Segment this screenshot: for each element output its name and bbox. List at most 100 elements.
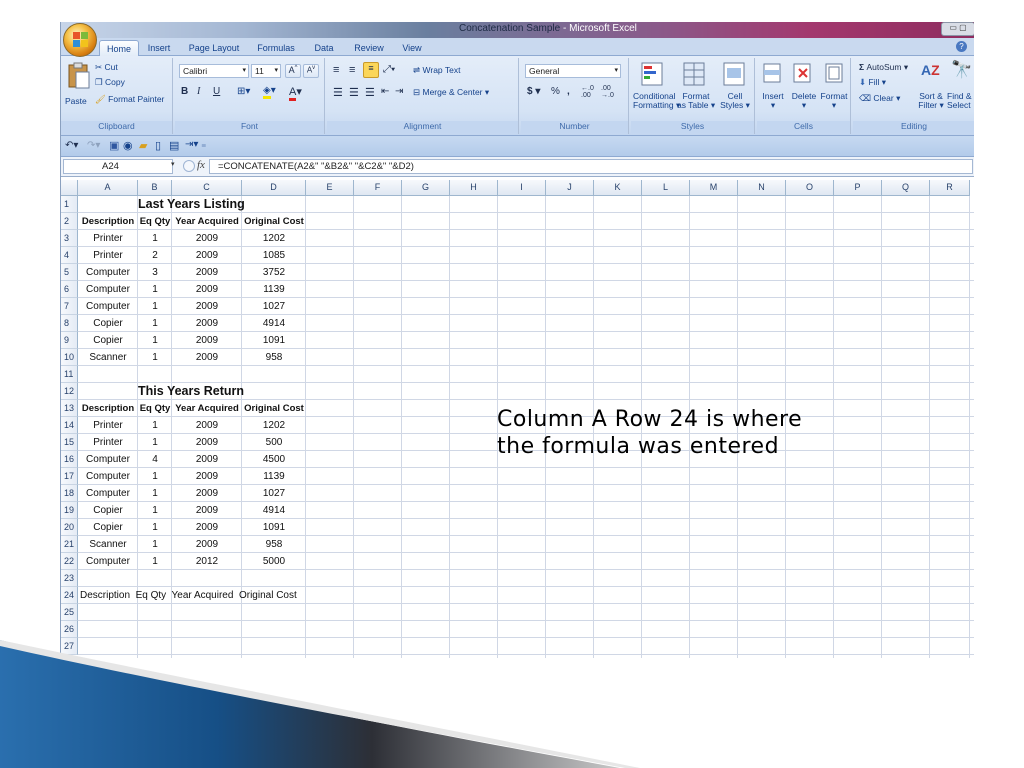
tab-data[interactable]: Data [311,40,337,56]
underline-button[interactable]: U [213,86,220,97]
row-header-6[interactable]: 6 [61,281,78,298]
row-header-13[interactable]: 13 [61,400,78,417]
table-title-last-years[interactable]: Last Years Listing [138,196,306,213]
font-name-select[interactable]: Calibri ▾ [179,64,249,78]
table-cell[interactable]: 2009 [172,485,242,502]
number-format-select[interactable]: General ▾ [525,64,621,78]
align-middle-icon[interactable]: ≡ [349,64,355,76]
column-heading[interactable]: Year Acquired [172,400,242,417]
table-cell[interactable]: 1 [138,519,172,536]
redo-icon[interactable]: ↷▾ [87,140,100,151]
tab-review[interactable]: Review [351,40,387,56]
column-heading[interactable]: Description [78,213,138,230]
print-preview-icon[interactable]: ◉ [123,139,133,152]
column-header-f[interactable]: F [354,180,402,196]
column-header-r[interactable]: R [930,180,970,196]
row-header-23[interactable]: 23 [61,570,78,587]
row-header-21[interactable]: 21 [61,536,78,553]
tab-formulas[interactable]: Formulas [253,40,299,56]
column-header-i[interactable]: I [498,180,546,196]
bold-button[interactable]: B [181,86,188,97]
name-box-dropdown-icon[interactable]: ▾ [171,160,175,168]
column-header-l[interactable]: L [642,180,690,196]
column-heading[interactable]: Description [78,400,138,417]
column-heading[interactable]: Eq Qty [138,213,172,230]
table-cell[interactable]: Computer [78,553,138,570]
table-cell[interactable]: 2009 [172,332,242,349]
table-cell[interactable]: Printer [78,434,138,451]
grow-font-button[interactable]: A^ [285,64,301,78]
column-heading[interactable]: Year Acquired [172,213,242,230]
window-controls[interactable]: ▭ ▢ [941,22,974,36]
table-cell[interactable]: 1 [138,536,172,553]
column-header-e[interactable]: E [306,180,354,196]
column-header-a[interactable]: A [78,180,138,196]
comma-button[interactable]: , [567,86,570,97]
table-cell[interactable]: Printer [78,417,138,434]
table-cell[interactable]: Computer [78,468,138,485]
table-cell[interactable]: Copier [78,315,138,332]
row-header-4[interactable]: 4 [61,247,78,264]
column-header-m[interactable]: M [690,180,738,196]
format-as-table-button[interactable]: Format as Table ▾ [677,60,715,116]
name-box[interactable]: A24 [63,159,173,174]
italic-button[interactable]: I [197,86,200,97]
table-cell[interactable]: 1 [138,553,172,570]
fill-color-icon[interactable]: ◈▾ [263,85,276,99]
table-cell[interactable]: Printer [78,230,138,247]
table-cell[interactable]: 958 [242,536,306,553]
merge-center-button[interactable]: ⊟ Merge & Center ▾ [413,87,489,98]
table-cell[interactable]: 1 [138,485,172,502]
table-cell[interactable]: 5000 [242,553,306,570]
table-cell[interactable]: 1139 [242,468,306,485]
row-header-26[interactable]: 26 [61,621,78,638]
align-top-icon[interactable]: ≡ [333,64,339,76]
table-cell[interactable]: 1091 [242,519,306,536]
table-cell[interactable]: 1 [138,349,172,366]
orientation-icon[interactable]: ⤢▾ [383,64,395,75]
row-header-3[interactable]: 3 [61,230,78,247]
font-color-icon[interactable]: A▾ [289,85,302,101]
font-size-select[interactable]: 11 ▾ [251,64,281,78]
tab-insert[interactable]: Insert [143,40,175,56]
row-header-7[interactable]: 7 [61,298,78,315]
table-cell[interactable]: 2009 [172,298,242,315]
table-cell[interactable]: 2009 [172,349,242,366]
column-header-c[interactable]: C [172,180,242,196]
table-cell[interactable]: 1 [138,468,172,485]
table-cell[interactable]: 2012 [172,553,242,570]
new-file-icon[interactable]: ▯ [155,139,161,152]
row-header-17[interactable]: 17 [61,468,78,485]
tab-view[interactable]: View [397,40,427,56]
tab-home[interactable]: Home [99,40,139,56]
column-header-n[interactable]: N [738,180,786,196]
undo-icon[interactable]: ↶▾ [65,140,78,151]
table-cell[interactable]: 1 [138,298,172,315]
autosum-button[interactable]: Σ AutoSum ▾ [859,62,908,73]
table-cell[interactable]: 1 [138,315,172,332]
column-header-g[interactable]: G [402,180,450,196]
table-cell[interactable]: Computer [78,264,138,281]
align-left-icon[interactable]: ☰ [333,86,343,99]
currency-button[interactable]: $ ▾ [527,86,540,97]
format-cells-button[interactable]: Format ▾ [819,60,849,116]
row-header-19[interactable]: 19 [61,502,78,519]
table-cell[interactable]: 2009 [172,451,242,468]
cut-button[interactable]: ✂ Cut [95,62,118,73]
table-cell[interactable]: 1 [138,417,172,434]
table-cell[interactable]: 1027 [242,485,306,502]
table-title-this-years[interactable]: This Years Return [138,383,306,400]
table-cell[interactable]: 1 [138,332,172,349]
save-icon[interactable]: ▣ [109,139,119,152]
table-cell[interactable]: 1 [138,502,172,519]
table-cell[interactable]: 2009 [172,536,242,553]
conditional-formatting-button[interactable]: Conditional Formatting ▾ [631,60,680,116]
increase-indent-icon[interactable]: ⇥ [395,86,403,97]
cell-a24-concatenated-result[interactable]: Description Eq Qty Year Acquired Origina… [80,587,340,604]
customize-qat-icon[interactable]: ⇥▾ ₌ [185,139,206,150]
row-header-11[interactable]: 11 [61,366,78,383]
column-header-b[interactable]: B [138,180,172,196]
increase-decimal-icon[interactable]: ←.0.00 [581,85,594,99]
table-cell[interactable]: 2009 [172,264,242,281]
table-cell[interactable]: 1085 [242,247,306,264]
